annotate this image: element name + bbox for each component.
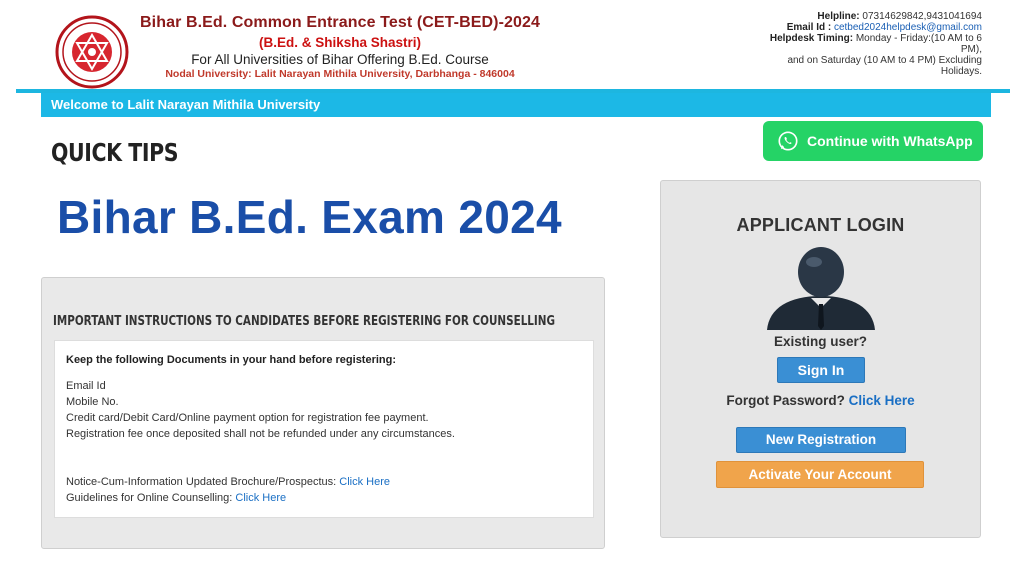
university-logo <box>55 15 129 89</box>
helpline-label: Helpline: <box>817 11 860 22</box>
activate-account-button[interactable]: Activate Your Account <box>716 461 924 488</box>
instructions-title: IMPORTANT INSTRUCTIONS TO CANDIDATES BEF… <box>53 313 556 329</box>
notice-label: Notice-Cum-Information Updated Brochure/… <box>66 476 337 488</box>
timing-label: Helpdesk Timing: <box>769 33 854 44</box>
whatsapp-label: Continue with WhatsApp <box>807 133 973 149</box>
forgot-password-link[interactable]: Click Here <box>849 393 915 408</box>
email-link[interactable]: cetbed2024helpdesk@gmail.com <box>834 22 982 33</box>
timing-value-2: and on Saturday (10 AM to 4 PM) Excludin… <box>787 55 982 77</box>
quick-tips-heading: QUICK TIPS <box>51 138 179 167</box>
exam-subtitle: (B.Ed. & Shiksha Shastri) <box>258 35 422 50</box>
timing-value-1: Monday - Friday:(10 AM to 6 PM), <box>855 33 982 55</box>
forgot-password-row: Forgot Password? Click Here <box>661 393 980 408</box>
welcome-bar: Welcome to Lalit Narayan Mithila Univers… <box>41 93 991 117</box>
exam-tagline: For All Universities of Bihar Offering B… <box>191 52 489 67</box>
site-header: Bihar B.Ed. Common Entrance Test (CET-BE… <box>0 0 1024 90</box>
list-item: Credit card/Debit Card/Online payment op… <box>66 412 429 424</box>
list-item: Mobile No. <box>66 396 119 408</box>
sign-in-button[interactable]: Sign In <box>777 357 865 383</box>
helpline-info: Helpline: 07314629842,9431041694 Email I… <box>752 11 982 77</box>
instructions-panel: IMPORTANT INSTRUCTIONS TO CANDIDATES BEF… <box>41 277 605 549</box>
guidelines-link[interactable]: Click Here <box>235 492 286 504</box>
applicant-login-panel: APPLICANT LOGIN Existing user? Sign In F… <box>660 180 981 538</box>
guidelines-label: Guidelines for Online Counselling: <box>66 492 233 504</box>
forgot-password-label: Forgot Password? <box>726 393 845 408</box>
header-titles: Bihar B.Ed. Common Entrance Test (CET-BE… <box>140 14 540 80</box>
existing-user-label: Existing user? <box>773 334 868 349</box>
email-label: Email Id : <box>786 22 832 33</box>
new-registration-button[interactable]: New Registration <box>736 427 906 453</box>
notice-row: Notice-Cum-Information Updated Brochure/… <box>66 474 582 490</box>
list-item: Email Id <box>66 380 106 392</box>
exam-banner-title: Bihar B.Ed. Exam 2024 <box>57 191 562 243</box>
user-avatar-icon <box>767 247 875 330</box>
helpline-value: 07314629842,9431041694 <box>862 11 982 22</box>
exam-title: Bihar B.Ed. Common Entrance Test (CET-BE… <box>140 14 541 31</box>
whatsapp-button[interactable]: Continue with WhatsApp <box>763 121 983 161</box>
nodal-university: Nodal University: Lalit Narayan Mithila … <box>165 68 515 80</box>
instructions-content: Keep the following Documents in your han… <box>54 340 594 518</box>
notice-link[interactable]: Click Here <box>339 476 390 488</box>
guidelines-row: Guidelines for Online Counselling: Click… <box>66 490 582 506</box>
list-item: Registration fee once deposited shall no… <box>66 428 455 440</box>
documents-heading: Keep the following Documents in your han… <box>66 354 397 366</box>
login-title: APPLICANT LOGIN <box>736 215 905 235</box>
whatsapp-icon <box>778 131 798 151</box>
